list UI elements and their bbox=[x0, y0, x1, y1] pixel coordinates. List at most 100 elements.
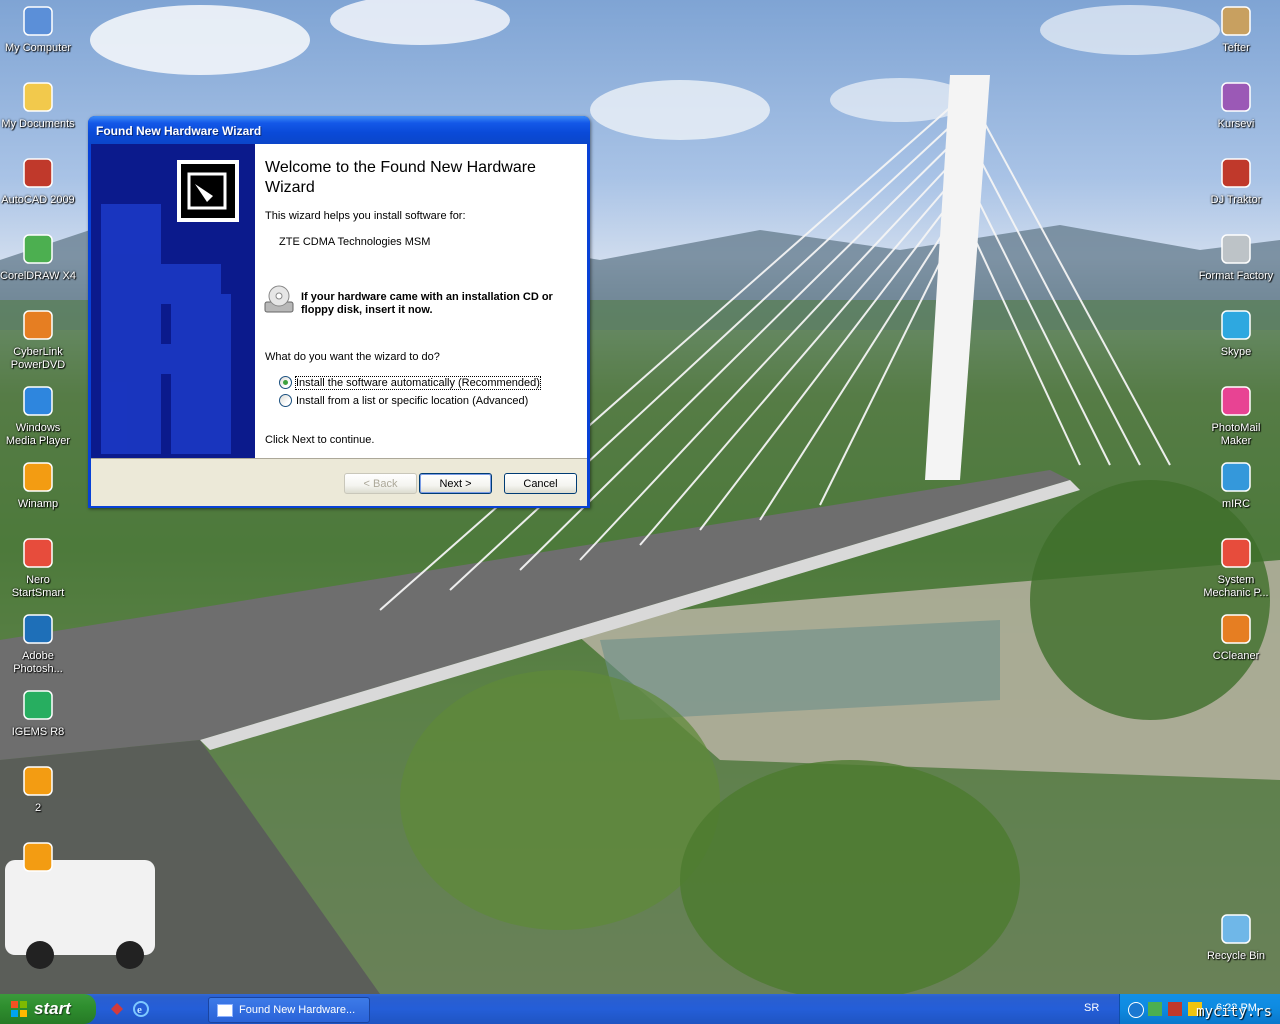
pen-icon bbox=[1219, 4, 1253, 38]
option-install-automatically-label[interactable]: Install the software automatically (Reco… bbox=[295, 375, 541, 390]
folder-icon bbox=[21, 80, 55, 114]
watermark: mycity.rs bbox=[1196, 1004, 1272, 1020]
desktop-icon-label: CorelDRAW X4 bbox=[0, 270, 76, 282]
option-install-from-list-label[interactable]: Install from a list or specific location… bbox=[296, 395, 528, 407]
taskbar-button-label: Found New Hardware... bbox=[239, 1004, 356, 1016]
desktop-icon-label: Skype bbox=[1220, 346, 1252, 358]
winamp-icon bbox=[21, 460, 55, 494]
wizard-title: Found New Hardware Wizard bbox=[96, 124, 262, 138]
cancel-button[interactable]: Cancel bbox=[504, 473, 577, 494]
device-name: ZTE CDMA Technologies MSM bbox=[279, 236, 431, 248]
desktop-icon-my-computer[interactable]: My Computer bbox=[0, 4, 76, 55]
system-mechanic-icon bbox=[1219, 536, 1253, 570]
wizard-banner bbox=[91, 144, 255, 458]
recycle-bin-icon bbox=[1219, 912, 1253, 946]
radio-install-automatically[interactable] bbox=[279, 376, 292, 389]
desktop-icon-label: PhotoMail Maker bbox=[1211, 422, 1261, 447]
option-install-automatically[interactable]: Install the software automatically (Reco… bbox=[279, 375, 541, 390]
igems-icon bbox=[21, 688, 55, 722]
back-button[interactable]: < Back bbox=[344, 473, 417, 494]
coreldraw-icon bbox=[21, 232, 55, 266]
quick-launch-show-desktop-icon[interactable] bbox=[108, 1000, 126, 1018]
wizard-heading: Welcome to the Found New Hardware Wizard bbox=[265, 159, 536, 196]
wizard-footer: < Back Next > Cancel bbox=[91, 458, 587, 506]
desktop-icon-label: CyberLink PowerDVD bbox=[10, 346, 66, 371]
desktop-icon-format-factory[interactable]: Format Factory bbox=[1198, 232, 1274, 283]
desktop-icon-label: mIRC bbox=[1221, 498, 1251, 510]
dvd-icon bbox=[21, 308, 55, 342]
skype-icon bbox=[1219, 308, 1253, 342]
media-player-icon bbox=[21, 384, 55, 418]
desktop-icon-recycle-bin[interactable]: Recycle Bin bbox=[1198, 912, 1274, 963]
start-label: start bbox=[34, 999, 71, 1018]
desktop-icon-cyberlink-powerdvd[interactable]: CyberLink PowerDVD bbox=[0, 308, 76, 372]
desktop-icon-label: Nero StartSmart bbox=[11, 574, 65, 599]
winrar-icon bbox=[1219, 80, 1253, 114]
desktop-icon-system-mechanic-p[interactable]: System Mechanic P... bbox=[1198, 536, 1274, 600]
photoshop-icon bbox=[21, 612, 55, 646]
desktop-icon-label: AutoCAD 2009 bbox=[1, 194, 75, 206]
autocad-icon bbox=[21, 156, 55, 190]
desktop-icon-windows-media-player[interactable]: Windows Media Player bbox=[0, 384, 76, 448]
ccleaner-icon bbox=[1219, 612, 1253, 646]
help-icon[interactable] bbox=[1128, 1002, 1144, 1018]
desktop-icon-igems-r8[interactable]: IGEMS R8 bbox=[0, 688, 76, 739]
desktop: My Computer My Documents AutoCAD 2009 Corel… bbox=[0, 0, 1280, 994]
format-factory-icon bbox=[1219, 232, 1253, 266]
found-new-hardware-wizard-window[interactable]: Found New Hardware Wizard Welcome to the… bbox=[88, 116, 590, 508]
desktop-icon-label: System Mechanic P... bbox=[1203, 574, 1269, 599]
jpg-file-icon bbox=[21, 840, 55, 874]
windows-logo-icon bbox=[10, 1000, 28, 1018]
nero-icon bbox=[21, 536, 55, 570]
desktop-icon-image-file[interactable] bbox=[0, 840, 76, 874]
jpg-file-icon bbox=[21, 764, 55, 798]
desktop-icon-autocad-2009[interactable]: AutoCAD 2009 bbox=[0, 156, 76, 207]
continue-instruction: Click Next to continue. bbox=[265, 434, 375, 446]
internet-explorer-icon[interactable]: e bbox=[132, 1000, 150, 1018]
desktop-icon-label: Recycle Bin bbox=[1206, 950, 1266, 962]
desktop-icon-label: Windows Media Player bbox=[5, 422, 71, 447]
desktop-icon-label: Format Factory bbox=[1198, 270, 1274, 282]
language-indicator[interactable]: SR bbox=[1084, 1002, 1099, 1014]
photomail-icon bbox=[1219, 384, 1253, 418]
hardware-wizard-icon bbox=[177, 160, 239, 222]
desktop-icon-tefter[interactable]: Tefter bbox=[1198, 4, 1274, 55]
option-install-from-list[interactable]: Install from a list or specific location… bbox=[279, 394, 528, 407]
desktop-icon-label: DJ Traktor bbox=[1210, 194, 1262, 206]
desktop-icon-adobe-photosh[interactable]: Adobe Photosh... bbox=[0, 612, 76, 676]
traktor-icon bbox=[1219, 156, 1253, 190]
network-icon[interactable] bbox=[1148, 1002, 1162, 1016]
desktop-icon-2[interactable]: 2 bbox=[0, 764, 76, 815]
cd-prompt: If your hardware came with an installati… bbox=[301, 291, 553, 316]
desktop-icon-label: My Documents bbox=[1, 118, 75, 130]
next-button[interactable]: Next > bbox=[419, 473, 492, 494]
desktop-icon-nero-startsmart[interactable]: Nero StartSmart bbox=[0, 536, 76, 600]
desktop-icon-label: Kursevi bbox=[1217, 118, 1255, 130]
taskbar-button-found-new-hardware[interactable]: Found New Hardware... bbox=[208, 997, 370, 1023]
desktop-icon-label: Tefter bbox=[1222, 42, 1250, 54]
radio-install-from-list[interactable] bbox=[279, 394, 292, 407]
start-button[interactable]: start bbox=[0, 994, 96, 1024]
mirc-icon bbox=[1219, 460, 1253, 494]
desktop-icon-coreldraw-x4[interactable]: CorelDRAW X4 bbox=[0, 232, 76, 283]
desktop-icon-skype[interactable]: Skype bbox=[1198, 308, 1274, 359]
desktop-icon-label: Winamp bbox=[17, 498, 59, 510]
desktop-icon-label: IGEMS R8 bbox=[11, 726, 65, 738]
wizard-content: Welcome to the Found New Hardware Wizard… bbox=[255, 144, 587, 458]
window-icon bbox=[217, 1003, 233, 1017]
desktop-icon-winamp[interactable]: Winamp bbox=[0, 460, 76, 511]
desktop-icon-photomail-maker[interactable]: PhotoMail Maker bbox=[1198, 384, 1274, 448]
wizard-client-area: Welcome to the Found New Hardware Wizard… bbox=[91, 144, 587, 506]
desktop-icon-ccleaner[interactable]: CCleaner bbox=[1198, 612, 1274, 663]
desktop-icon-label: Adobe Photosh... bbox=[13, 650, 63, 675]
svg-text:e: e bbox=[137, 1004, 142, 1016]
computer-icon bbox=[21, 4, 55, 38]
desktop-icon-kursevi[interactable]: Kursevi bbox=[1198, 80, 1274, 131]
wizard-titlebar[interactable]: Found New Hardware Wizard bbox=[88, 116, 590, 144]
desktop-icon-label: CCleaner bbox=[1212, 650, 1260, 662]
desktop-icon-mirc[interactable]: mIRC bbox=[1198, 460, 1274, 511]
wizard-intro: This wizard helps you install software f… bbox=[265, 210, 466, 222]
security-icon[interactable] bbox=[1168, 1002, 1182, 1016]
desktop-icon-dj-traktor[interactable]: DJ Traktor bbox=[1198, 156, 1274, 207]
desktop-icon-my-documents[interactable]: My Documents bbox=[0, 80, 76, 131]
